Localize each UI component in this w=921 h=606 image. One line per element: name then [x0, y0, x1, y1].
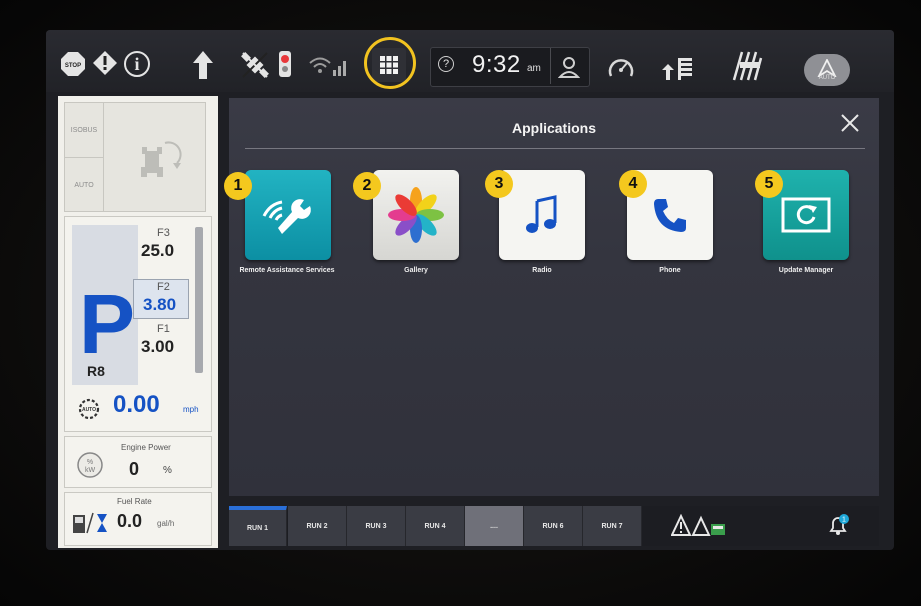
number-badge-3: 3: [485, 170, 513, 198]
fuel-rate-box[interactable]: Fuel Rate 0.0 gal/h: [64, 492, 212, 546]
run-tab-5[interactable]: ....: [465, 506, 524, 546]
music-note-icon: [526, 195, 557, 233]
close-icon[interactable]: [839, 112, 861, 134]
ground-speed-unit: mph: [183, 405, 199, 414]
engine-power-icon: % kW: [75, 449, 105, 479]
engine-power-unit: %: [163, 465, 172, 476]
info-icon[interactable]: i: [124, 51, 150, 77]
run-tab-6[interactable]: RUN 6: [524, 506, 583, 546]
f3-label: F3: [157, 227, 170, 239]
update-icon: [781, 197, 831, 233]
notification-bell-icon[interactable]: 1: [827, 514, 849, 536]
svg-text:STOP: STOP: [65, 63, 81, 69]
auto-steer-button[interactable]: AUTO: [804, 54, 850, 86]
phone-icon: [654, 199, 686, 232]
arrow-up-icon[interactable]: [192, 50, 214, 80]
applications-title: Applications: [511, 120, 596, 136]
rtk-signal-icon[interactable]: [278, 50, 292, 78]
run-tab-3[interactable]: RUN 3: [347, 506, 406, 546]
clock-ampm: am: [527, 63, 541, 74]
isobus-box[interactable]: ISOBUS AUTO: [64, 102, 206, 212]
range-label: R8: [87, 363, 105, 379]
app-tile-remote-assistance[interactable]: [245, 170, 331, 260]
app-label-remote-assistance[interactable]: Remote Assistance Services: [227, 266, 347, 275]
f2-label: F2: [157, 281, 170, 293]
stop-icon[interactable]: STOP: [60, 51, 86, 77]
svg-text:%: %: [87, 459, 93, 466]
run-tab-2[interactable]: RUN 2: [288, 506, 347, 546]
gps-satellite-icon[interactable]: [240, 50, 270, 80]
gear-letter: P: [79, 277, 136, 371]
f1-label: F1: [157, 323, 170, 335]
f3-value: 25.0: [141, 241, 175, 260]
f1-value: 3.00: [141, 337, 175, 356]
isobus-tab[interactable]: ISOBUS: [65, 103, 104, 157]
transmission-box[interactable]: P R8 F3 25.0 F2 3.80 F1 3.00 AUTO 0.00 m…: [64, 216, 212, 432]
help-icon[interactable]: ?: [438, 56, 454, 72]
notification-count: 1: [842, 517, 846, 524]
tractor-turn-icon: [137, 133, 187, 183]
app-label-phone[interactable]: Phone: [610, 266, 730, 275]
user-icon[interactable]: [556, 54, 582, 80]
fuel-rate-unit: gal/h: [157, 519, 175, 528]
number-badge-1: 1: [224, 172, 252, 200]
run-tab-4[interactable]: RUN 4: [406, 506, 465, 546]
transmission-slider[interactable]: [195, 227, 203, 373]
app-label-gallery[interactable]: Gallery: [356, 266, 476, 275]
highlight-circle: [364, 37, 416, 89]
engine-power-label: Engine Power: [121, 443, 171, 452]
run-page-bar: RUN 1 RUN 2 RUN 3 RUN 4 .... RUN 6 RUN 7…: [229, 506, 879, 546]
speed-icon-label: AUTO: [82, 407, 96, 413]
warning-icon[interactable]: [92, 50, 118, 76]
run-tab-7[interactable]: RUN 7: [583, 506, 642, 546]
app-tile-gallery[interactable]: [373, 170, 459, 260]
app-label-update-manager[interactable]: Update Manager: [746, 266, 866, 275]
hitch-icon[interactable]: [662, 54, 696, 82]
auto-tab[interactable]: AUTO: [65, 157, 104, 212]
wifi-signal-icon[interactable]: [308, 54, 348, 78]
number-badge-5: 5: [755, 170, 783, 198]
auto-label: AUTO: [818, 75, 836, 81]
engine-power-value: 0: [129, 459, 140, 479]
fuel-rate-value: 0.0: [117, 511, 143, 531]
f2-value: 3.80: [143, 295, 177, 314]
display-screen: STOP i ? 9:32 am AUTO ISOBUS AUTO P R8 F…: [46, 30, 894, 550]
gallery-flower-icon: [388, 187, 444, 243]
wrench-wifi-icon: [262, 199, 311, 234]
applications-divider: [245, 148, 865, 149]
number-badge-4: 4: [619, 170, 647, 198]
number-badge-2: 2: [353, 172, 381, 200]
run-tab-1[interactable]: RUN 1: [229, 506, 287, 546]
engine-icon-label: kW: [85, 467, 96, 474]
top-status-bar: STOP i ? 9:32 am AUTO: [46, 30, 894, 92]
fuel-rate-label: Fuel Rate: [117, 497, 152, 506]
alerts-icon[interactable]: [670, 513, 731, 538]
auto-speed-icon: AUTO: [77, 397, 100, 420]
field-icon[interactable]: [730, 48, 764, 82]
app-label-radio[interactable]: Radio: [482, 266, 602, 275]
ground-speed-value: 0.00: [113, 391, 160, 418]
clock-divider: [550, 48, 551, 84]
clock-time: 9:32: [472, 51, 521, 78]
speedometer-icon[interactable]: [606, 54, 636, 82]
left-status-panel: ISOBUS AUTO P R8 F3 25.0 F2 3.80 F1 3.00…: [58, 96, 218, 548]
engine-power-box[interactable]: % kW Engine Power 0 %: [64, 436, 212, 488]
fuel-rate-icon: [71, 511, 111, 535]
applications-panel: Applications Remote Assistance Services …: [224, 98, 879, 496]
